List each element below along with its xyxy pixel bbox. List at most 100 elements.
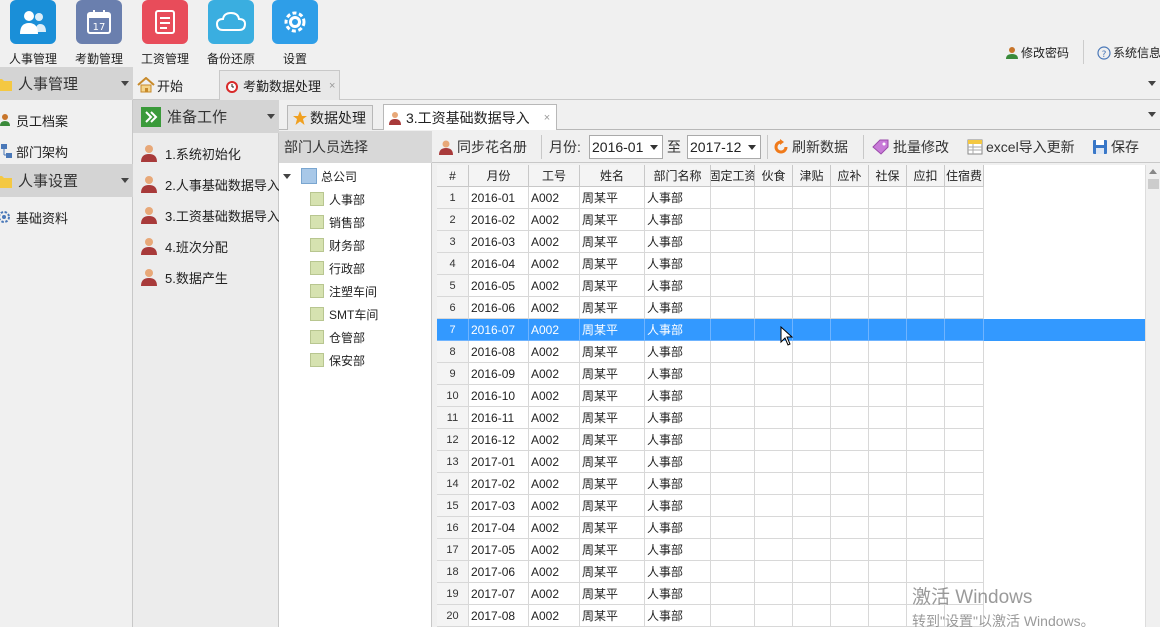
table-cell[interactable] bbox=[755, 209, 793, 231]
table-cell[interactable]: 2017-01 bbox=[469, 451, 529, 473]
table-cell[interactable] bbox=[711, 583, 755, 605]
table-cell[interactable] bbox=[869, 231, 907, 253]
table-row[interactable]: 12 2016-12 A002 周某平 人事部 bbox=[437, 429, 1145, 451]
table-row[interactable]: 5 2016-05 A002 周某平 人事部 bbox=[437, 275, 1145, 297]
table-cell[interactable] bbox=[755, 517, 793, 539]
table-cell[interactable]: A002 bbox=[529, 539, 580, 561]
table-cell[interactable] bbox=[831, 187, 869, 209]
table-cell[interactable]: 2016-03 bbox=[469, 231, 529, 253]
table-cell[interactable] bbox=[793, 561, 831, 583]
table-cell[interactable]: 周某平 bbox=[580, 605, 645, 627]
table-cell[interactable] bbox=[711, 517, 755, 539]
month-from-select[interactable]: 2016-01 bbox=[589, 135, 663, 159]
table-cell[interactable]: A002 bbox=[529, 583, 580, 605]
table-cell[interactable]: A002 bbox=[529, 253, 580, 275]
column-header[interactable]: 姓名 bbox=[580, 165, 645, 187]
refresh-button[interactable]: 刷新数据 bbox=[773, 131, 848, 163]
table-cell[interactable]: A002 bbox=[529, 451, 580, 473]
table-cell[interactable]: 人事部 bbox=[645, 429, 711, 451]
table-cell[interactable] bbox=[711, 539, 755, 561]
table-cell[interactable]: 人事部 bbox=[645, 407, 711, 429]
tree-item-department[interactable]: 行政部 bbox=[310, 258, 365, 278]
table-cell[interactable] bbox=[831, 539, 869, 561]
table-cell[interactable] bbox=[907, 451, 945, 473]
table-cell[interactable]: 2016-05 bbox=[469, 275, 529, 297]
table-cell[interactable] bbox=[711, 209, 755, 231]
table-row[interactable]: 15 2017-03 A002 周某平 人事部 bbox=[437, 495, 1145, 517]
tab-home[interactable]: 开始 bbox=[137, 70, 183, 100]
table-cell[interactable] bbox=[907, 495, 945, 517]
table-cell[interactable]: A002 bbox=[529, 407, 580, 429]
table-row[interactable]: 14 2017-02 A002 周某平 人事部 bbox=[437, 473, 1145, 495]
table-cell[interactable]: 人事部 bbox=[645, 253, 711, 275]
table-cell[interactable]: A002 bbox=[529, 429, 580, 451]
table-cell[interactable]: A002 bbox=[529, 385, 580, 407]
table-cell[interactable]: 人事部 bbox=[645, 187, 711, 209]
nav-item-employee-records[interactable]: 员工档案 bbox=[0, 107, 68, 133]
table-cell[interactable]: 周某平 bbox=[580, 429, 645, 451]
table-cell[interactable] bbox=[869, 319, 907, 341]
table-cell[interactable] bbox=[945, 275, 984, 297]
chevron-down-icon[interactable] bbox=[1148, 81, 1156, 86]
table-cell[interactable] bbox=[945, 451, 984, 473]
table-cell[interactable] bbox=[755, 187, 793, 209]
table-cell[interactable]: 2016-04 bbox=[469, 253, 529, 275]
table-cell[interactable]: 人事部 bbox=[645, 341, 711, 363]
table-cell[interactable] bbox=[793, 253, 831, 275]
table-cell[interactable] bbox=[711, 231, 755, 253]
table-cell[interactable] bbox=[945, 495, 984, 517]
table-cell[interactable] bbox=[831, 363, 869, 385]
table-cell[interactable]: 人事部 bbox=[645, 297, 711, 319]
tree-item-department[interactable]: 仓管部 bbox=[310, 327, 365, 347]
table-cell[interactable]: 人事部 bbox=[645, 605, 711, 627]
table-cell[interactable]: 人事部 bbox=[645, 319, 711, 341]
attendance-button[interactable]: 17 考勤管理 bbox=[68, 0, 130, 67]
table-cell[interactable]: 人事部 bbox=[645, 517, 711, 539]
table-cell[interactable]: 人事部 bbox=[645, 363, 711, 385]
tab-attendance-processing[interactable]: 考勤数据处理 × bbox=[219, 70, 341, 100]
table-cell[interactable]: A002 bbox=[529, 209, 580, 231]
prep-item-hr-data-import[interactable]: 2.人事基础数据导入 bbox=[139, 171, 280, 197]
table-cell[interactable]: 2016-10 bbox=[469, 385, 529, 407]
table-cell[interactable]: 2017-05 bbox=[469, 539, 529, 561]
table-row[interactable]: 16 2017-04 A002 周某平 人事部 bbox=[437, 517, 1145, 539]
table-cell[interactable] bbox=[945, 561, 984, 583]
nav-item-department-structure[interactable]: 部门架构 bbox=[0, 138, 68, 164]
table-cell[interactable] bbox=[793, 517, 831, 539]
table-cell[interactable] bbox=[755, 407, 793, 429]
scroll-thumb[interactable] bbox=[1148, 179, 1159, 189]
table-cell[interactable] bbox=[711, 297, 755, 319]
settings-button[interactable]: 设置 bbox=[264, 0, 326, 67]
table-cell[interactable] bbox=[907, 275, 945, 297]
table-cell[interactable] bbox=[793, 539, 831, 561]
table-cell[interactable]: 2016-02 bbox=[469, 209, 529, 231]
table-cell[interactable] bbox=[945, 385, 984, 407]
prep-item-system-init[interactable]: 1.系统初始化 bbox=[139, 140, 241, 166]
table-cell[interactable]: 周某平 bbox=[580, 297, 645, 319]
hr-management-button[interactable]: 人事管理 bbox=[2, 0, 64, 67]
prep-item-shift-assignment[interactable]: 4.班次分配 bbox=[139, 233, 228, 259]
table-cell[interactable] bbox=[755, 605, 793, 627]
table-cell[interactable] bbox=[755, 473, 793, 495]
table-row[interactable]: 1 2016-01 A002 周某平 人事部 bbox=[437, 187, 1145, 209]
table-cell[interactable] bbox=[945, 253, 984, 275]
table-cell[interactable]: 人事部 bbox=[645, 495, 711, 517]
table-cell[interactable]: 2016-11 bbox=[469, 407, 529, 429]
table-cell[interactable] bbox=[831, 605, 869, 627]
table-cell[interactable] bbox=[869, 583, 907, 605]
table-cell[interactable] bbox=[831, 495, 869, 517]
table-cell[interactable]: 周某平 bbox=[580, 231, 645, 253]
table-cell[interactable]: A002 bbox=[529, 495, 580, 517]
table-cell[interactable] bbox=[907, 209, 945, 231]
table-cell[interactable] bbox=[869, 473, 907, 495]
table-cell[interactable] bbox=[711, 187, 755, 209]
table-cell[interactable] bbox=[945, 297, 984, 319]
table-cell[interactable]: 2016-01 bbox=[469, 187, 529, 209]
table-cell[interactable] bbox=[711, 275, 755, 297]
column-header[interactable]: 应补 bbox=[831, 165, 869, 187]
table-row[interactable]: 9 2016-09 A002 周某平 人事部 bbox=[437, 363, 1145, 385]
table-cell[interactable]: 周某平 bbox=[580, 253, 645, 275]
table-cell[interactable] bbox=[755, 561, 793, 583]
table-cell[interactable]: 人事部 bbox=[645, 539, 711, 561]
table-cell[interactable] bbox=[711, 473, 755, 495]
